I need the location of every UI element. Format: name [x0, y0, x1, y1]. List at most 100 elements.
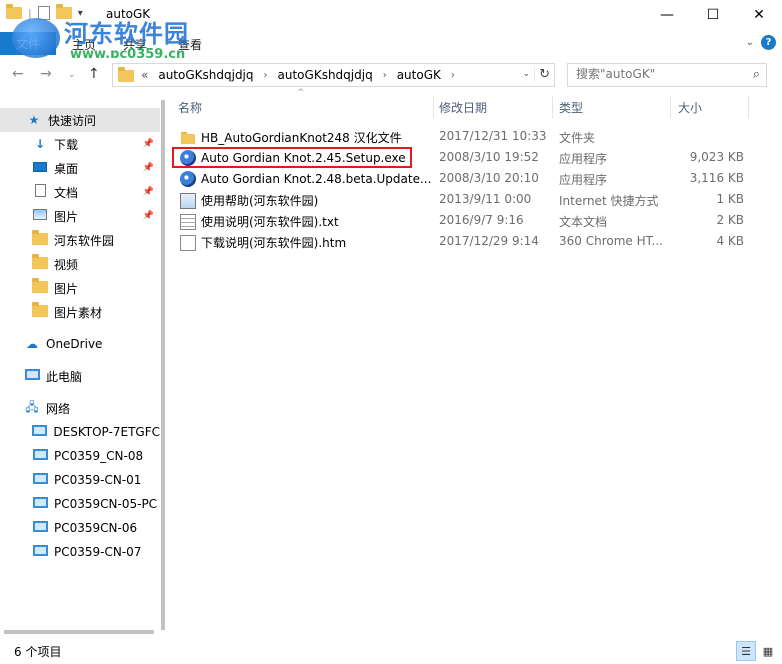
- sort-ascending-icon: ^: [297, 88, 305, 98]
- pin-icon: 📌: [142, 187, 154, 197]
- search-box[interactable]: ⌕: [567, 63, 767, 87]
- url-icon: [180, 192, 196, 209]
- file-row[interactable]: 下载说明(河东软件园).htm 2017/12/29 9:14 360 Chro…: [174, 231, 754, 252]
- column-header-size[interactable]: 大小: [678, 99, 702, 116]
- pin-icon: 📌: [142, 163, 154, 173]
- nav-network-computer[interactable]: DESKTOP-7ETGFC: [0, 420, 160, 444]
- file-name: HB_AutoGordianKnot248 汉化文件: [201, 131, 402, 145]
- column-divider[interactable]: [748, 96, 749, 118]
- file-type: Internet 快捷方式: [559, 194, 659, 208]
- folder-icon: [32, 229, 48, 245]
- column-header-date[interactable]: 修改日期: [439, 99, 487, 116]
- details-view-button[interactable]: ☰: [736, 641, 756, 661]
- nav-onedrive[interactable]: ☁ OneDrive: [0, 332, 160, 356]
- address-bar[interactable]: « autoGKshdqjdjq › autoGKshdqjdjq › auto…: [112, 63, 555, 87]
- nav-item-label: PC0359_CN-08: [54, 449, 144, 463]
- breadcrumb-separator[interactable]: ›: [451, 70, 455, 82]
- column-header-type[interactable]: 类型: [559, 99, 583, 116]
- file-size: 1 KB: [716, 192, 744, 206]
- watermark-logo: [12, 18, 60, 58]
- nav-item-label: PC0359CN-05-PC: [54, 497, 158, 511]
- nav-pictures[interactable]: 图片 📌: [0, 204, 160, 228]
- column-divider[interactable]: [670, 96, 671, 118]
- column-divider[interactable]: [552, 96, 553, 118]
- file-row[interactable]: 使用帮助(河东软件园) 2013/9/11 0:00 Internet 快捷方式…: [174, 189, 754, 210]
- nav-network-computer[interactable]: PC0359CN-06: [0, 516, 160, 540]
- navigation-bar: ← → ⌄ ↑ « autoGKshdqjdjq › autoGKshdqjdj…: [0, 58, 782, 92]
- breadcrumb-item[interactable]: autoGKshdqjdjq: [278, 68, 373, 82]
- nav-folder-pictures[interactable]: 图片: [0, 276, 160, 300]
- up-arrow-icon[interactable]: ↑: [88, 66, 100, 82]
- back-arrow-icon[interactable]: ←: [12, 66, 24, 82]
- column-header-row: ^ 名称 修改日期 类型 大小: [166, 88, 782, 120]
- file-date: 2016/9/7 9:16: [439, 213, 524, 227]
- nav-network-computer[interactable]: PC0359-CN-07: [0, 540, 160, 564]
- file-size: 3,116 KB: [689, 171, 744, 185]
- file-date: 2008/3/10 20:10: [439, 171, 539, 185]
- nav-downloads[interactable]: ↓ 下载 📌: [0, 132, 160, 156]
- help-button[interactable]: ?: [761, 35, 776, 50]
- maximize-button[interactable]: ☐: [690, 0, 736, 30]
- nav-quick-access[interactable]: ★ 快速访问: [0, 108, 160, 132]
- nav-desktop[interactable]: 桌面 📌: [0, 156, 160, 180]
- nav-item-label: 图片: [54, 209, 79, 224]
- watermark-name: 河东软件园: [64, 20, 189, 48]
- column-divider[interactable]: [433, 96, 434, 118]
- computer-icon: [32, 497, 48, 508]
- nav-this-pc[interactable]: 此电脑: [0, 364, 160, 388]
- nav-network-computer[interactable]: PC0359_CN-08: [0, 444, 160, 468]
- file-type: 应用程序: [559, 173, 608, 187]
- nav-item-label: 视频: [54, 257, 79, 272]
- file-name: 使用说明(河东软件园).txt: [201, 215, 339, 229]
- nav-item-label: 河东软件园: [54, 233, 115, 248]
- recent-locations-icon[interactable]: ⌄: [68, 70, 76, 80]
- breadcrumb-overflow[interactable]: «: [141, 68, 148, 82]
- nav-folder-hedong[interactable]: 河东软件园: [0, 228, 160, 252]
- close-button[interactable]: ✕: [736, 0, 782, 30]
- file-row[interactable]: 使用说明(河东软件园).txt 2016/9/7 9:16 文本文档 2 KB: [174, 210, 754, 231]
- breadcrumb: « autoGKshdqjdjq › autoGKshdqjdjq › auto…: [141, 68, 455, 82]
- nav-folder-videos[interactable]: 视频: [0, 252, 160, 276]
- refresh-icon[interactable]: ↻: [534, 67, 550, 82]
- breadcrumb-separator[interactable]: ›: [383, 70, 387, 82]
- file-row[interactable]: Auto Gordian Knot.2.48.beta.Update.... 2…: [174, 168, 754, 189]
- folder-icon: [118, 67, 134, 82]
- breadcrumb-item[interactable]: autoGK: [397, 68, 441, 82]
- nav-network[interactable]: 🖧 网络: [0, 396, 160, 420]
- navigation-pane-horizontal-scrollbar[interactable]: [0, 628, 166, 636]
- nav-item-label: 此电脑: [46, 369, 83, 384]
- large-icons-view-button[interactable]: ▦: [758, 641, 778, 661]
- nav-item-label: 网络: [46, 401, 71, 416]
- file-type: 文本文档: [559, 215, 608, 229]
- highlight-box: [172, 147, 412, 168]
- network-icon: 🖧: [25, 399, 39, 414]
- folder-icon: [32, 301, 48, 317]
- search-input[interactable]: [576, 67, 736, 81]
- file-date: 2013/9/11 0:00: [439, 192, 532, 206]
- nav-network-computer[interactable]: PC0359CN-05-PC: [0, 492, 160, 516]
- folder-icon: [32, 277, 48, 293]
- status-bar: 6 个项目 ☰ ▦: [0, 638, 782, 664]
- expand-ribbon-icon[interactable]: ⌄: [746, 37, 754, 48]
- nav-item-label: 桌面: [54, 161, 79, 176]
- pin-icon: 📌: [142, 211, 154, 221]
- scrollbar-thumb[interactable]: [161, 100, 165, 630]
- computer-icon: [32, 473, 48, 484]
- nav-documents[interactable]: 文档 📌: [0, 180, 160, 204]
- column-header-name[interactable]: 名称: [178, 99, 202, 116]
- forward-arrow-icon[interactable]: →: [40, 66, 52, 82]
- file-size: 4 KB: [716, 234, 744, 248]
- file-type: 360 Chrome HT...: [559, 234, 663, 248]
- search-icon[interactable]: ⌕: [753, 67, 760, 82]
- nav-network-computer[interactable]: PC0359-CN-01: [0, 468, 160, 492]
- breadcrumb-item[interactable]: autoGKshdqjdjq: [158, 68, 253, 82]
- file-row[interactable]: HB_AutoGordianKnot248 汉化文件 2017/12/31 10…: [174, 126, 754, 147]
- cloud-icon: ☁: [26, 337, 38, 351]
- scrollbar-thumb[interactable]: [4, 630, 154, 634]
- nav-item-label: 图片素材: [54, 305, 103, 320]
- nav-folder-picture-assets[interactable]: 图片素材: [0, 300, 160, 324]
- breadcrumb-separator[interactable]: ›: [264, 70, 268, 82]
- txt-icon: [180, 213, 196, 230]
- minimize-button[interactable]: —: [644, 0, 690, 30]
- address-dropdown-icon[interactable]: ⌄: [522, 69, 530, 79]
